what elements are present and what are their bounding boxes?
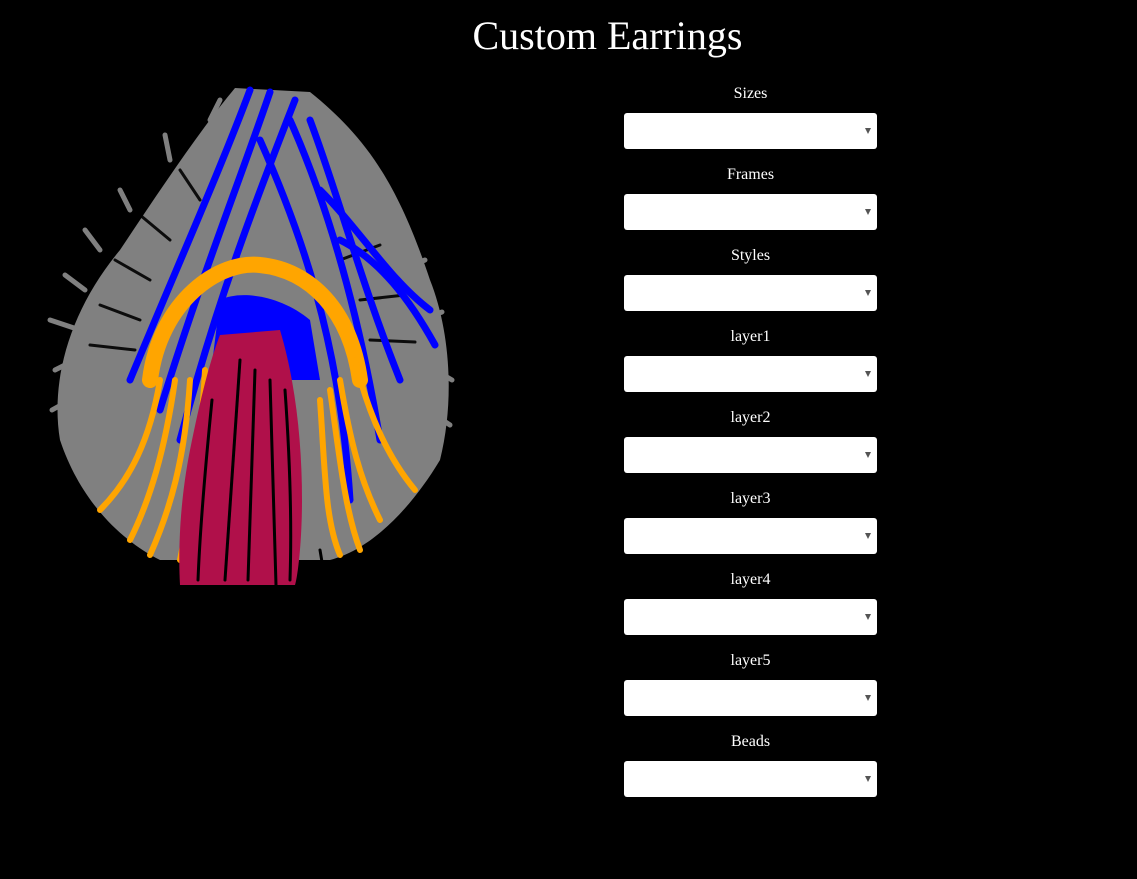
frames-select[interactable] [624, 194, 877, 230]
page: Custom Earrings Sizes Frames Styles laye… [0, 0, 1137, 879]
layer3-label: layer3 [730, 490, 771, 507]
chevron-down-icon [865, 533, 871, 539]
layer2-select[interactable] [624, 437, 877, 473]
frames-label: Frames [726, 166, 775, 183]
chevron-down-icon [865, 695, 871, 701]
layer1-field: layer1 [624, 327, 877, 408]
options-panel: Sizes Frames Styles layer1 layer2 layer3… [624, 84, 877, 813]
chevron-down-icon [865, 776, 871, 782]
layer5-label: layer5 [730, 652, 771, 669]
chevron-down-icon [865, 452, 871, 458]
layer1-label: layer1 [730, 328, 771, 345]
sizes-field: Sizes [624, 84, 877, 165]
sizes-label: Sizes [733, 85, 768, 102]
feather-earring-image [47, 86, 455, 587]
page-title: Custom Earrings [472, 13, 743, 58]
beads-field: Beads [624, 732, 877, 813]
styles-label: Styles [730, 247, 771, 264]
beads-select[interactable] [624, 761, 877, 797]
layer3-field: layer3 [624, 489, 877, 570]
layer5-select[interactable] [624, 680, 877, 716]
chevron-down-icon [865, 371, 871, 377]
chevron-down-icon [865, 209, 871, 215]
frames-field: Frames [624, 165, 877, 246]
styles-field: Styles [624, 246, 877, 327]
layer1-select[interactable] [624, 356, 877, 392]
layer2-field: layer2 [624, 408, 877, 489]
sizes-select[interactable] [624, 113, 877, 149]
beads-label: Beads [730, 733, 771, 750]
styles-select[interactable] [624, 275, 877, 311]
layer4-select[interactable] [624, 599, 877, 635]
layer4-field: layer4 [624, 570, 877, 651]
chevron-down-icon [865, 290, 871, 296]
layer5-field: layer5 [624, 651, 877, 732]
chevron-down-icon [865, 614, 871, 620]
layer4-label: layer4 [730, 571, 771, 588]
layer2-label: layer2 [730, 409, 771, 426]
layer3-select[interactable] [624, 518, 877, 554]
earring-preview [40, 80, 470, 600]
chevron-down-icon [865, 128, 871, 134]
